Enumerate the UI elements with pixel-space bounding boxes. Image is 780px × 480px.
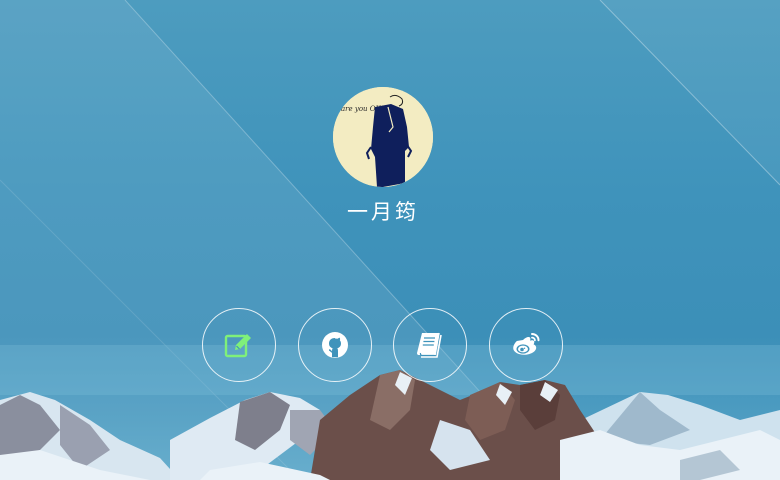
- homepage: are you OK? 一月筠: [0, 0, 780, 480]
- github-icon: [321, 331, 349, 359]
- github-link-button[interactable]: [298, 308, 372, 382]
- weibo-icon: [510, 331, 542, 359]
- profile-name: 一月筠: [347, 200, 419, 224]
- book-icon: [415, 330, 445, 360]
- weibo-link-button[interactable]: [489, 308, 563, 382]
- edit-icon: [224, 330, 254, 360]
- profile-avatar[interactable]: are you OK?: [333, 87, 433, 187]
- notes-link-button[interactable]: [393, 308, 467, 382]
- avatar-illustration: are you OK?: [333, 87, 433, 187]
- blog-link-button[interactable]: [202, 308, 276, 382]
- background-landscape: [0, 0, 780, 480]
- social-links: [0, 308, 780, 386]
